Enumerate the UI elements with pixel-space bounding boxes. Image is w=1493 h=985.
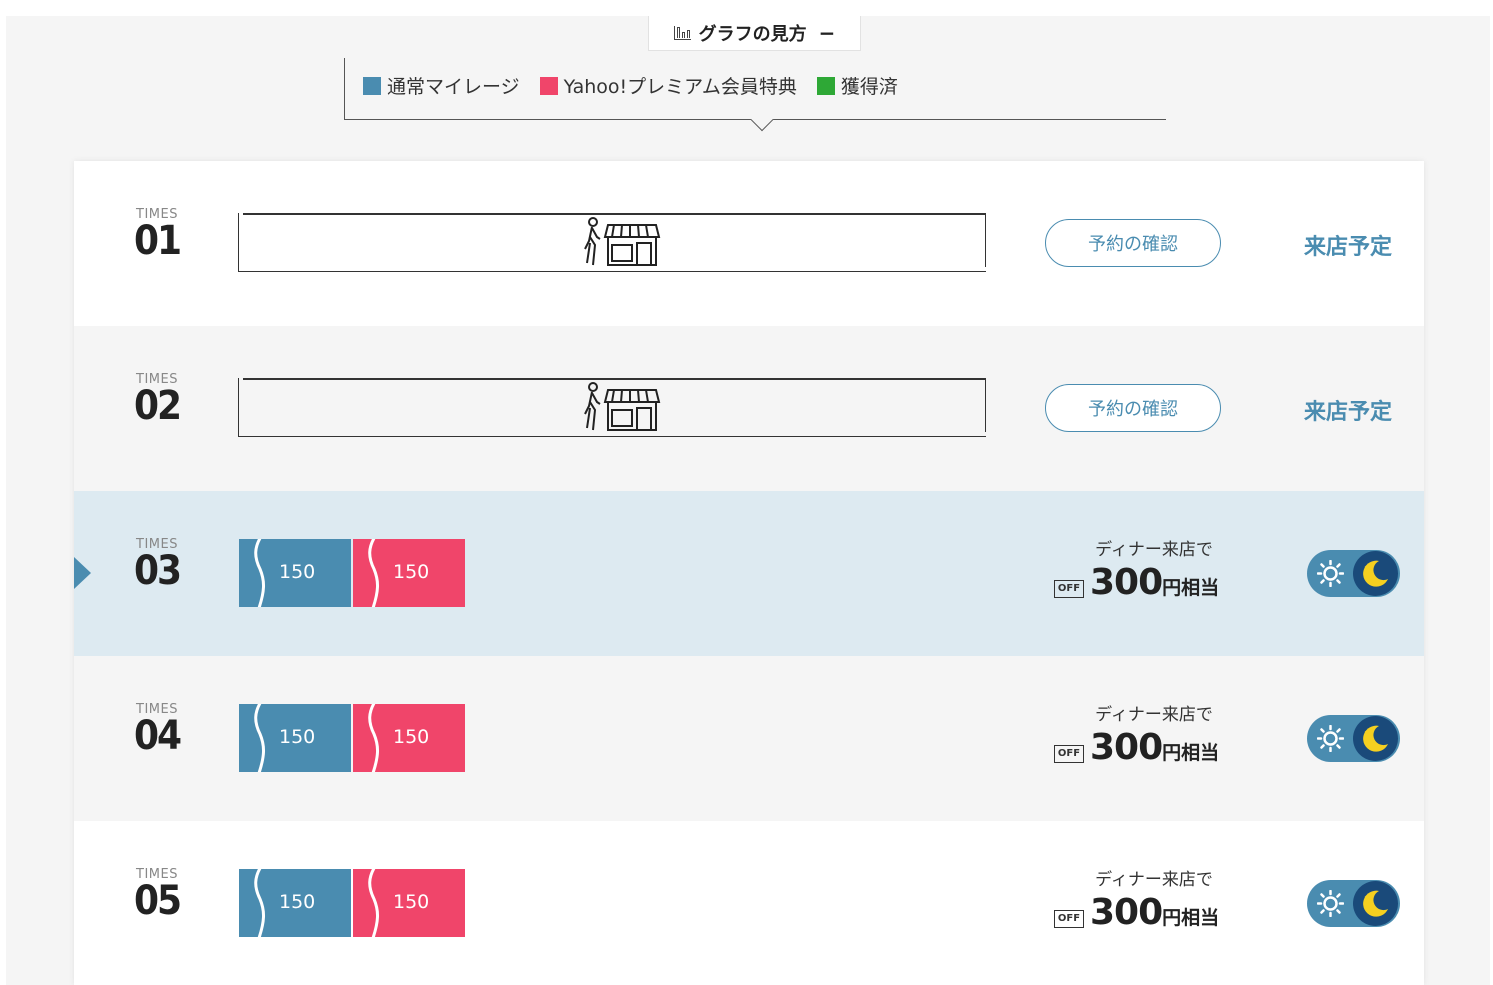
toggle-knob — [1353, 881, 1398, 926]
reward-offer: ディナー来店で OFF 300 円相当 — [1054, 535, 1234, 603]
visit-count: TIMES 05 — [132, 867, 182, 924]
regular-mileage-bar: 150 — [239, 869, 351, 937]
offer-amount: 300 — [1090, 562, 1163, 603]
legend-label: 通常マイレージ — [387, 76, 520, 98]
store-visit-icon — [584, 217, 661, 266]
wave-break-icon — [368, 539, 379, 607]
times-number: 04 — [133, 713, 182, 759]
premium-mileage-bar: 150 — [353, 704, 465, 772]
premium-mileage-value: 150 — [393, 561, 430, 583]
visit-row: TIMES 05 150 150 ディナー来店で OFF 300 円相当 — [74, 821, 1424, 985]
off-coupon-icon: OFF — [1054, 580, 1084, 598]
premium-mileage-bar: 150 — [353, 869, 465, 937]
toggle-knob — [1353, 716, 1398, 761]
sun-icon — [1317, 890, 1344, 917]
collapse-icon: − — [818, 21, 836, 45]
offer-unit: 円相当 — [1162, 907, 1220, 929]
visit-count: TIMES 03 — [132, 537, 182, 594]
scheduled-visit-bar — [238, 213, 986, 272]
visit-row: TIMES 04 150 150 ディナー来店で OFF 300 円相当 — [74, 656, 1424, 821]
regular-mileage-bar: 150 — [239, 704, 351, 772]
regular-mileage-bar: 150 — [239, 539, 351, 607]
off-coupon-icon: OFF — [1054, 745, 1084, 763]
reward-offer: ディナー来店で OFF 300 円相当 — [1054, 700, 1234, 768]
offer-description: ディナー来店で — [1095, 705, 1213, 725]
sun-icon — [1317, 725, 1344, 752]
reservation-confirm-button[interactable]: 予約の確認 — [1045, 219, 1221, 267]
current-marker-icon — [74, 557, 91, 589]
visit-count: TIMES 02 — [132, 372, 182, 429]
visit-count: TIMES 04 — [132, 702, 182, 759]
legend-swatch — [539, 76, 558, 95]
visit-row: TIMES 02 予約の確認 来店予定 — [74, 326, 1424, 491]
wave-break-icon — [254, 869, 265, 937]
wave-break-icon — [254, 539, 265, 607]
moon-icon — [1363, 725, 1388, 752]
legend-label: Yahoo!プレミアム会員特典 — [563, 76, 797, 98]
legend-swatch — [816, 76, 835, 95]
visit-row: TIMES 01 予約の確認 来店予定 — [74, 161, 1424, 326]
graph-guide-title: グラフの見方 — [698, 24, 807, 45]
visit-count: TIMES 01 — [132, 207, 182, 264]
mileage-timeline: TIMES 01 予約の確認 来店予定 TIMES 02 予約の確認 来店予定 … — [74, 161, 1424, 985]
offer-unit: 円相当 — [1162, 577, 1220, 599]
regular-mileage-value: 150 — [279, 891, 316, 913]
graph-legend: 通常マイレージ Yahoo!プレミアム会員特典 獲得済 — [344, 58, 1166, 120]
regular-mileage-value: 150 — [279, 561, 316, 583]
legend-swatch — [363, 76, 381, 95]
graph-guide-toggle[interactable]: グラフの見方 − — [648, 16, 861, 51]
legend-item-earned: 獲得済 — [816, 72, 898, 99]
day-night-toggle[interactable] — [1307, 550, 1400, 597]
offer-amount: 300 — [1090, 727, 1163, 768]
sun-icon — [1317, 560, 1344, 587]
moon-icon — [1363, 560, 1388, 587]
wave-break-icon — [368, 704, 379, 772]
visit-row-current: TIMES 03 150 150 ディナー来店で OFF 300 円相当 — [74, 491, 1424, 656]
scheduled-visit-bar — [238, 378, 986, 437]
day-night-toggle[interactable] — [1307, 715, 1400, 762]
day-night-toggle[interactable] — [1307, 880, 1400, 927]
reservation-confirm-button[interactable]: 予約の確認 — [1045, 384, 1221, 432]
visit-status: 来店予定 — [1304, 235, 1393, 260]
times-number: 05 — [133, 878, 182, 924]
moon-icon — [1363, 890, 1388, 917]
wave-break-icon — [254, 704, 265, 772]
legend-item-premium: Yahoo!プレミアム会員特典 — [539, 72, 797, 99]
bar-chart-icon — [673, 26, 691, 40]
regular-mileage-value: 150 — [279, 726, 316, 748]
reward-offer: ディナー来店で OFF 300 円相当 — [1054, 865, 1234, 933]
offer-amount: 300 — [1090, 892, 1163, 933]
off-coupon-icon: OFF — [1054, 910, 1084, 928]
legend-label: 獲得済 — [840, 76, 898, 98]
times-number: 01 — [133, 218, 182, 264]
wave-break-icon — [368, 869, 379, 937]
offer-description: ディナー来店で — [1095, 870, 1213, 890]
premium-mileage-value: 150 — [393, 891, 430, 913]
store-visit-icon — [584, 382, 661, 431]
visit-status: 来店予定 — [1304, 400, 1393, 425]
toggle-knob — [1353, 551, 1398, 596]
legend-item-regular: 通常マイレージ — [363, 72, 520, 99]
premium-mileage-bar: 150 — [353, 539, 465, 607]
times-number: 02 — [133, 383, 182, 429]
premium-mileage-value: 150 — [393, 726, 430, 748]
times-number: 03 — [133, 548, 182, 594]
offer-unit: 円相当 — [1162, 742, 1220, 764]
offer-description: ディナー来店で — [1095, 540, 1213, 560]
